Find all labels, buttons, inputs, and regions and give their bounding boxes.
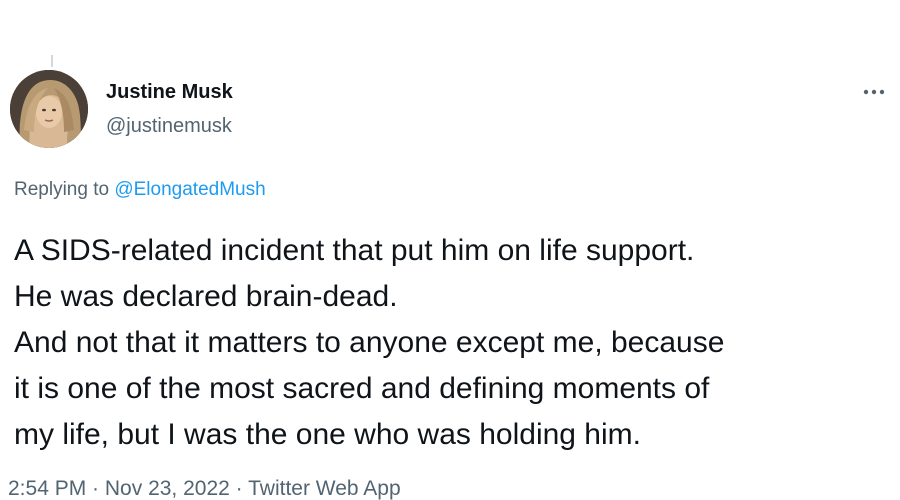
tweet-text: A SIDS-related incident that put him on … xyxy=(14,228,894,458)
tweet-date[interactable]: Nov 23, 2022 xyxy=(105,477,230,500)
reply-mention-link[interactable]: @ElongatedMush xyxy=(114,179,265,200)
tweet-source[interactable]: Twitter Web App xyxy=(248,477,401,500)
meta-separator: · xyxy=(229,477,249,500)
more-options-button[interactable] xyxy=(856,80,892,102)
tweet-metadata: 2:54 PM · Nov 23, 2022 · Twitter Web App xyxy=(8,476,401,500)
avatar[interactable] xyxy=(10,70,88,148)
author-name[interactable]: Justine Musk xyxy=(106,80,233,104)
replying-to-label: Replying to xyxy=(14,179,115,200)
more-horizontal-icon xyxy=(863,82,885,100)
tweet-time[interactable]: 2:54 PM xyxy=(8,477,86,500)
thread-connector-line xyxy=(51,55,53,67)
replying-to: Replying to @ElongatedMush xyxy=(14,178,266,202)
tweet-text-line: And not that it matters to anyone except… xyxy=(14,326,725,359)
author-handle[interactable]: @justinemusk xyxy=(106,114,232,138)
tweet-text-line: A SIDS-related incident that put him on … xyxy=(14,234,695,267)
tweet-card: Justine Musk @justinemusk Replying to @E… xyxy=(0,0,900,500)
tweet-text-line: my life, but I was the one who was holdi… xyxy=(14,418,641,451)
tweet-text-line: He was declared brain-dead. xyxy=(14,280,398,313)
tweet-text-line: it is one of the most sacred and definin… xyxy=(14,372,710,405)
meta-separator: · xyxy=(86,477,105,500)
